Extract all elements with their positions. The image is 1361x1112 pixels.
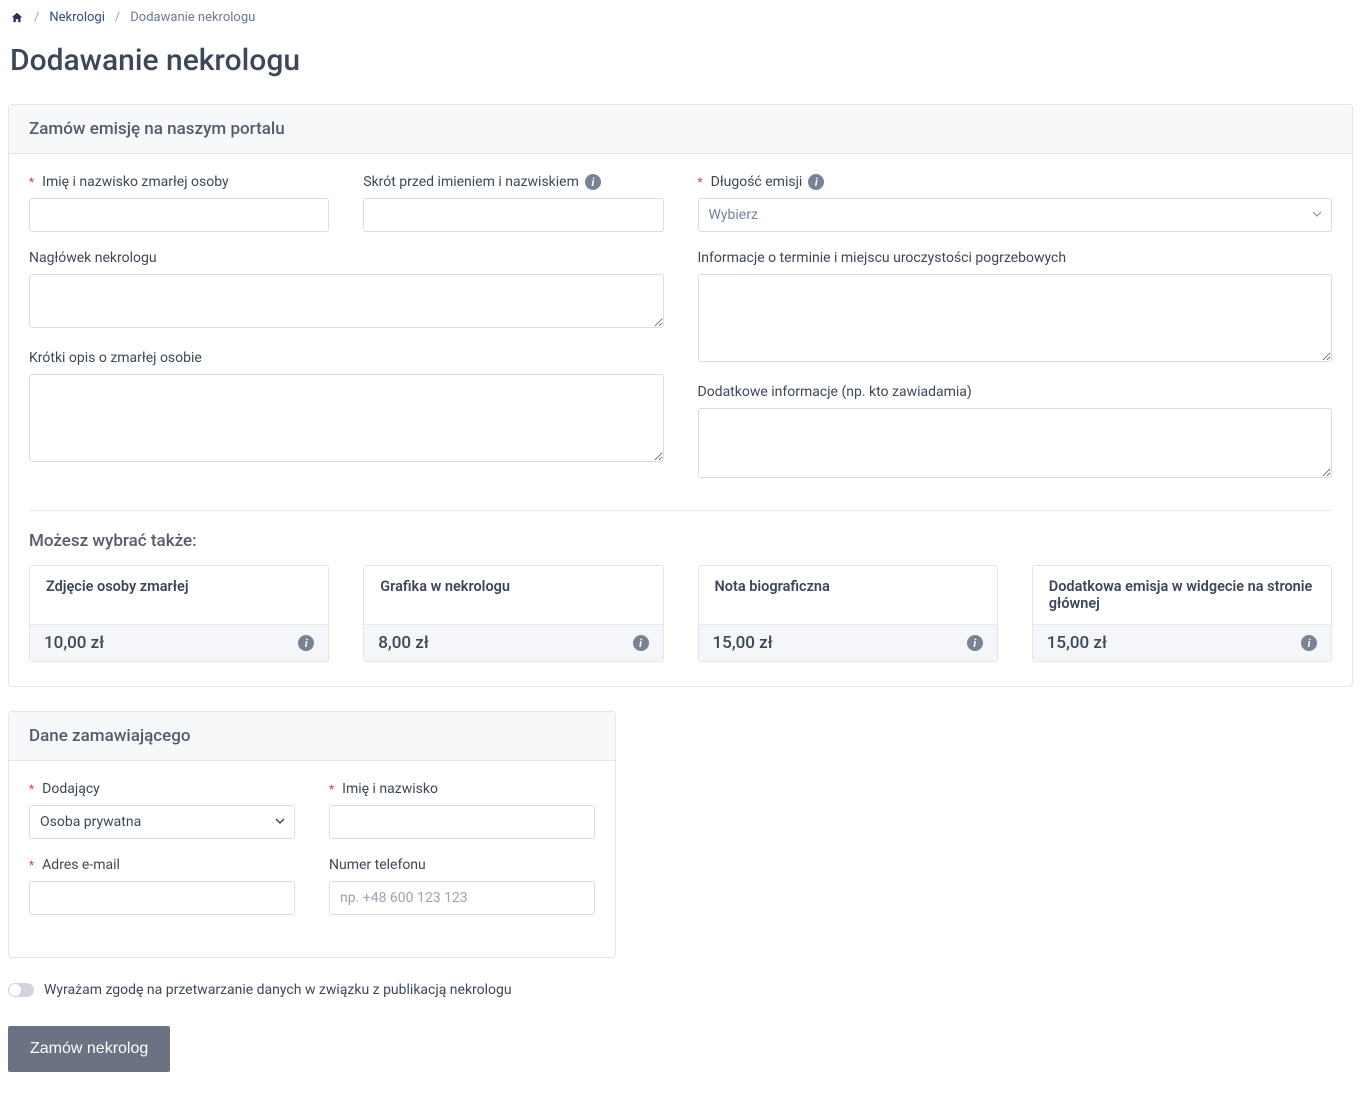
label-ceremony-info: Informacje o terminie i miejscu uroczyst…: [698, 250, 1067, 266]
info-icon[interactable]: i: [1301, 635, 1317, 651]
breadcrumb-current: Dodawanie nekrologu: [130, 10, 255, 25]
consent-text: Wyrażam zgodę na przetwarzanie danych w …: [44, 982, 512, 998]
name-prefix-input[interactable]: [363, 198, 663, 232]
adder-select[interactable]: Osoba prywatna: [29, 805, 295, 839]
select-placeholder: Wybierz: [709, 207, 758, 223]
breadcrumb: / Nekrologi / Dodawanie nekrologu: [8, 10, 1353, 25]
label-obituary-header: Nagłówek nekrologu: [29, 250, 157, 266]
section-contact: Dane zamawiającego * Dodający Osoba prywa…: [8, 711, 616, 958]
info-icon[interactable]: i: [967, 635, 983, 651]
deceased-name-input[interactable]: [29, 198, 329, 232]
divider: [29, 510, 1332, 511]
option-price: 15,00 zł: [713, 633, 773, 653]
consent-toggle[interactable]: [8, 983, 34, 997]
submit-button[interactable]: Zamów nekrolog: [8, 1026, 170, 1072]
breadcrumb-separator: /: [34, 10, 39, 25]
label-phone: Numer telefonu: [329, 857, 426, 873]
option-card-photo[interactable]: Zdjęcie osoby zmarłej 10,00 zł i: [29, 565, 329, 662]
option-title: Dodatkowa emisja w widgecie na stronie g…: [1033, 566, 1331, 624]
fullname-input[interactable]: [329, 805, 595, 839]
breadcrumb-separator: /: [115, 10, 120, 25]
short-desc-textarea[interactable]: [29, 374, 664, 462]
label-short-desc: Krótki opis o zmarłej osobie: [29, 350, 202, 366]
label-adder: Dodający: [42, 781, 100, 797]
option-card-bio[interactable]: Nota biograficzna 15,00 zł i: [698, 565, 998, 662]
option-title: Nota biograficzna: [699, 566, 997, 624]
options-subtitle: Możesz wybrać także:: [29, 531, 1332, 551]
info-icon[interactable]: i: [298, 635, 314, 651]
emission-duration-select[interactable]: Wybierz: [698, 198, 1333, 232]
label-name-prefix: Skrót przed imieniem i nazwiskiem: [363, 174, 579, 190]
option-price: 15,00 zł: [1047, 633, 1107, 653]
option-title: Zdjęcie osoby zmarłej: [30, 566, 328, 624]
option-price: 10,00 zł: [44, 633, 104, 653]
option-card-graphic[interactable]: Grafika w nekrologu 8,00 zł i: [363, 565, 663, 662]
label-deceased-name: Imię i nazwisko zmarłej osoby: [42, 174, 228, 190]
required-marker: *: [29, 858, 34, 872]
required-marker: *: [698, 175, 703, 189]
page-title: Dodawanie nekrologu: [8, 43, 1353, 78]
breadcrumb-link-nekrologi[interactable]: Nekrologi: [49, 10, 105, 25]
section-contact-title: Dane zamawiającego: [9, 712, 615, 761]
label-fullname: Imię i nazwisko: [342, 781, 438, 797]
selected-value: Osoba prywatna: [40, 814, 141, 830]
section-emission: Zamów emisję na naszym portalu * Imię i n…: [8, 104, 1353, 687]
obituary-header-textarea[interactable]: [29, 274, 664, 328]
ceremony-info-textarea[interactable]: [698, 274, 1333, 362]
section-emission-title: Zamów emisję na naszym portalu: [9, 105, 1352, 154]
info-icon[interactable]: i: [585, 174, 601, 190]
option-price: 8,00 zł: [378, 633, 429, 653]
label-emission-duration: Długość emisji: [711, 174, 803, 190]
label-email: Adres e-mail: [42, 857, 120, 873]
info-icon[interactable]: i: [633, 635, 649, 651]
extra-info-textarea[interactable]: [698, 408, 1333, 478]
home-icon[interactable]: [10, 11, 24, 25]
info-icon[interactable]: i: [808, 174, 824, 190]
required-marker: *: [329, 782, 334, 796]
required-marker: *: [29, 782, 34, 796]
option-card-widget[interactable]: Dodatkowa emisja w widgecie na stronie g…: [1032, 565, 1332, 662]
consent-row: Wyrażam zgodę na przetwarzanie danych w …: [8, 982, 1353, 998]
phone-input[interactable]: [329, 881, 595, 915]
required-marker: *: [29, 175, 34, 189]
option-title: Grafika w nekrologu: [364, 566, 662, 624]
label-extra-info: Dodatkowe informacje (np. kto zawiadamia…: [698, 384, 972, 400]
email-input[interactable]: [29, 881, 295, 915]
